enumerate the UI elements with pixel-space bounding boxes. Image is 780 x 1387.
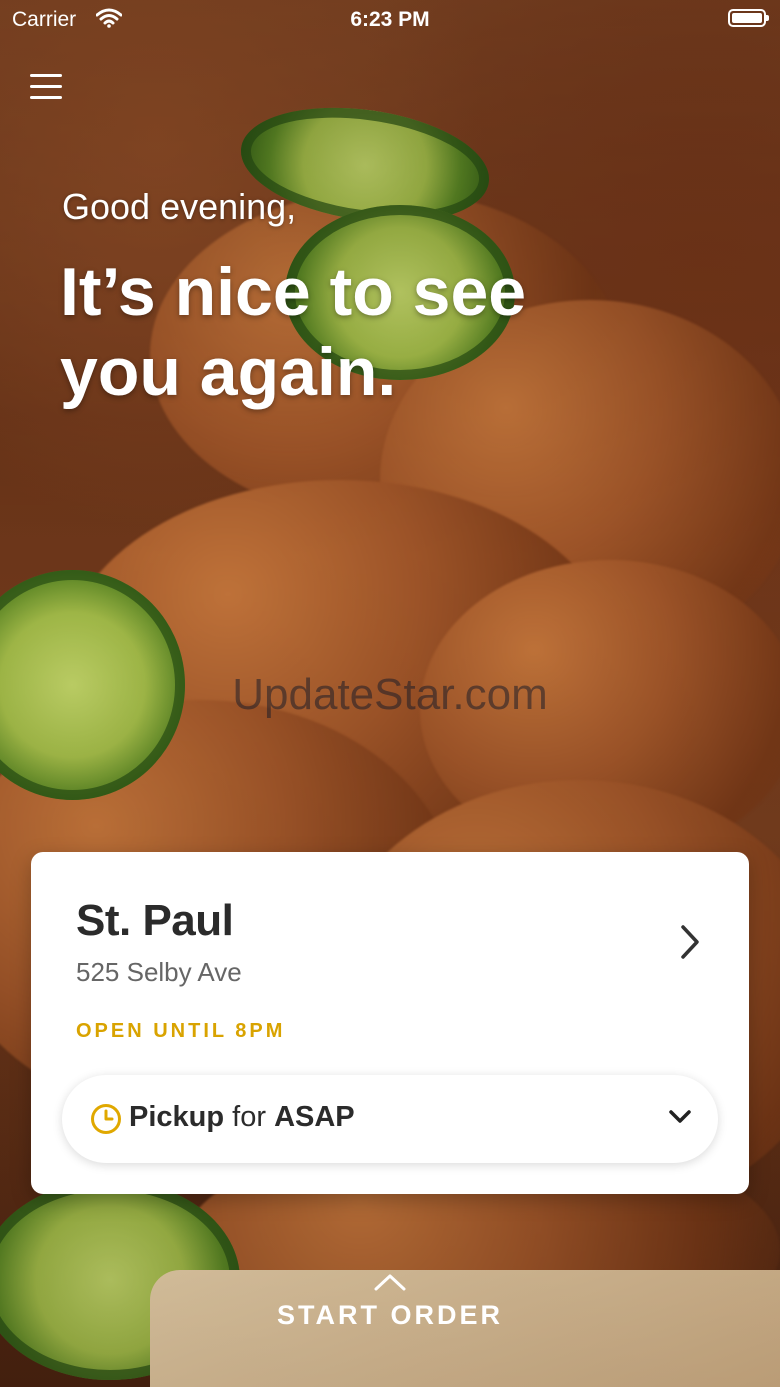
store-name: St. Paul: [76, 896, 234, 945]
pickup-connector: for: [232, 1101, 266, 1133]
chevron-up-icon: [374, 1274, 406, 1291]
store-hours: OPEN UNTIL 8PM: [76, 1020, 286, 1042]
clock-icon: [91, 1104, 121, 1134]
pickup-time-selector[interactable]: Pickup for ASAP: [62, 1075, 718, 1163]
status-bar: Carrier 6:23 PM: [0, 0, 780, 40]
chevron-down-icon[interactable]: [668, 1107, 692, 1127]
pickup-mode: Pickup: [129, 1101, 225, 1133]
battery-icon: [728, 9, 769, 27]
pickup-summary: Pickup for ASAP: [129, 1101, 355, 1134]
clock-time: 6:23 PM: [350, 8, 430, 31]
greeting-text: Good evening,: [62, 186, 297, 227]
start-order-button[interactable]: START ORDER: [0, 1272, 780, 1342]
store-address: 525 Selby Ave: [76, 957, 242, 987]
pickup-time: ASAP: [274, 1101, 355, 1133]
chevron-right-icon[interactable]: [675, 922, 705, 962]
watermark-text: UpdateStar.com: [232, 670, 548, 719]
location-card[interactable]: St. Paul 525 Selby Ave OPEN UNTIL 8PM Pi…: [31, 852, 749, 1194]
hamburger-menu-icon[interactable]: [30, 74, 62, 104]
start-order-label: START ORDER: [277, 1300, 503, 1330]
welcome-headline: It’s nice to see you again.: [60, 254, 527, 410]
